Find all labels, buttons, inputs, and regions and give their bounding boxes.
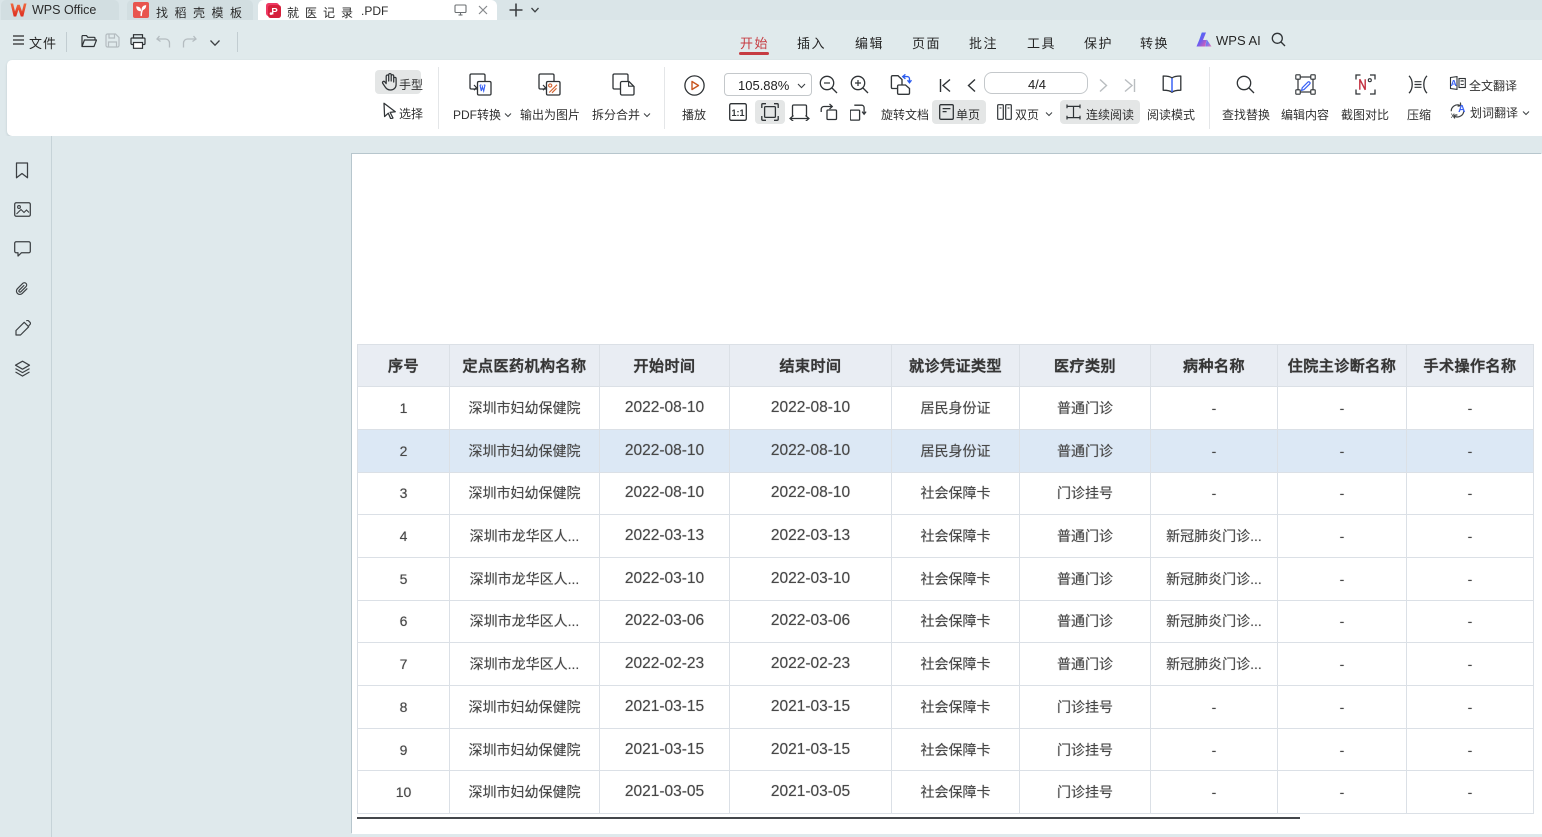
svg-text:A: A <box>1458 104 1465 115</box>
svg-text:x: x <box>1451 111 1455 119</box>
svg-text:P: P <box>271 7 278 18</box>
svg-text:1:1: 1:1 <box>731 108 744 118</box>
svg-text:A: A <box>1451 78 1457 88</box>
